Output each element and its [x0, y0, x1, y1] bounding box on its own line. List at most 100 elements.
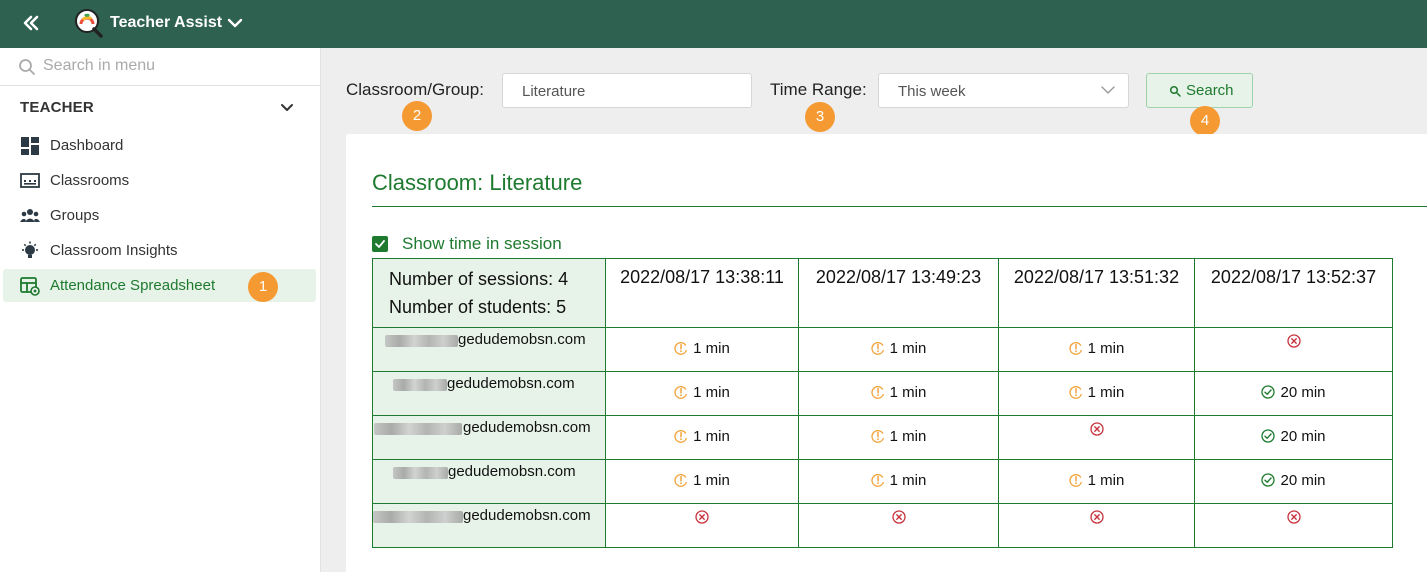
attendance-cell: 20 min	[1194, 459, 1393, 504]
attendance-table: Number of sessions: 4 Number of students…	[372, 258, 1393, 548]
attendance-status: 1 min	[674, 428, 730, 445]
attendance-cell	[605, 503, 799, 548]
chevron-down-icon[interactable]	[278, 98, 296, 116]
attendance-cell: 1 min	[605, 459, 799, 504]
student-email-domain: gedudemobsn.com	[463, 507, 591, 524]
attendance-status	[891, 510, 906, 524]
chevron-down-icon	[1101, 86, 1115, 94]
warning-clock-icon	[871, 386, 884, 400]
attendance-status: 20 min	[1261, 428, 1326, 445]
attendance-status	[1089, 510, 1104, 524]
student-email-domain: gedudemobsn.com	[463, 419, 591, 436]
student-email-cell: gedudemobsn.com	[372, 415, 606, 460]
attendance-cell: 1 min	[998, 327, 1195, 372]
title-divider	[372, 206, 1427, 207]
search-button[interactable]: Search	[1146, 73, 1253, 108]
table-row: gedudemobsn.com	[372, 503, 1393, 548]
student-email-cell: gedudemobsn.com	[372, 503, 606, 548]
top-bar: Teacher Assist	[0, 0, 1427, 48]
table-header-row: Number of sessions: 4 Number of students…	[372, 258, 1393, 328]
attendance-status	[695, 510, 709, 524]
attendance-status	[1286, 334, 1301, 348]
student-email-domain: gedudemobsn.com	[458, 331, 586, 348]
time-range-value: This week	[898, 83, 966, 100]
search-button-label: Search	[1186, 82, 1234, 99]
section-label: TEACHER	[20, 99, 94, 116]
step-marker: 3	[805, 102, 835, 132]
table-row: gedudemobsn.com 1 min 1 min 1 min 20 min	[372, 371, 1393, 416]
attendance-cell: 1 min	[605, 415, 799, 460]
app-title[interactable]: Teacher Assist	[110, 14, 222, 32]
attendance-cell: 1 min	[798, 371, 999, 416]
sidebar-item-classroom-insights[interactable]: Classroom Insights	[3, 234, 316, 267]
menu-search-input[interactable]: Search in menu	[43, 57, 155, 75]
sidebar-item-label: Dashboard	[50, 137, 124, 154]
sidebar: Search in menu TEACHER Dashboard Classro…	[0, 48, 321, 572]
dashboard-icon	[21, 137, 39, 155]
warning-clock-icon	[674, 386, 688, 400]
warning-clock-icon	[871, 474, 884, 488]
attendance-cell: 1 min	[998, 371, 1195, 416]
sessions-count: Number of sessions: 4	[389, 269, 569, 289]
student-email-cell: gedudemobsn.com	[372, 371, 606, 416]
show-time-label: Show time in session	[402, 234, 562, 253]
warning-clock-icon	[1069, 474, 1082, 488]
attendance-cell: 1 min	[605, 371, 799, 416]
attendance-status: 1 min	[674, 340, 730, 357]
time-range-select[interactable]: This week	[878, 73, 1129, 108]
attendance-status: 20 min	[1261, 384, 1326, 401]
session-header: 2022/08/17 13:38:11	[605, 258, 799, 328]
attendance-status: 1 min	[674, 472, 730, 489]
students-count: Number of students: 5	[389, 297, 567, 317]
session-header: 2022/08/17 13:52:37	[1194, 258, 1393, 328]
time-in-session: 1 min	[889, 427, 927, 445]
show-time-checkbox[interactable]	[372, 236, 388, 252]
warning-clock-icon	[1069, 342, 1082, 356]
session-header: 2022/08/17 13:51:32	[998, 258, 1195, 328]
attendance-cell: 20 min	[1194, 415, 1393, 460]
attendance-cell	[798, 503, 999, 548]
sidebar-item-groups[interactable]: Groups	[3, 199, 316, 232]
attendance-status: 1 min	[871, 427, 927, 445]
sidebar-item-label: Groups	[50, 207, 100, 224]
sidebar-item-label: Classroom Insights	[50, 242, 178, 259]
check-circle-icon	[1261, 429, 1276, 443]
redacted-username	[393, 379, 447, 391]
student-email-domain: gedudemobsn.com	[448, 463, 576, 480]
student-email-domain: gedudemobsn.com	[447, 375, 575, 392]
time-in-session: 1 min	[889, 471, 927, 489]
attendance-status: 1 min	[1069, 340, 1124, 357]
attendance-cell	[1194, 327, 1393, 372]
attendance-cell: 20 min	[1194, 371, 1393, 416]
warning-clock-icon	[871, 342, 884, 356]
sidebar-item-classrooms[interactable]: Classrooms	[3, 164, 316, 197]
step-marker: 4	[1190, 106, 1220, 136]
attendance-cell: 1 min	[998, 459, 1195, 504]
attendance-cell: 1 min	[798, 459, 999, 504]
menu-search[interactable]: Search in menu	[0, 48, 321, 86]
time-range-label: Time Range:	[770, 80, 867, 99]
sidebar-item-label: Attendance Spreadsheet	[50, 277, 216, 294]
time-in-session: 1 min	[1087, 471, 1125, 489]
collapse-sidebar-icon[interactable]	[18, 10, 44, 36]
search-icon	[19, 59, 35, 75]
attendance-status: 1 min	[871, 384, 926, 401]
table-row: gedudemobsn.com 1 min 1 min 1 min 20 min	[372, 459, 1393, 504]
time-in-session: 1 min	[693, 427, 730, 445]
spreadsheet-icon	[20, 277, 40, 296]
attendance-cell	[998, 503, 1195, 548]
table-row: gedudemobsn.com 1 min 1 min 1 min	[372, 327, 1393, 372]
time-in-session: 1 min	[693, 383, 730, 401]
check-circle-icon	[1261, 473, 1276, 487]
checkmark-icon	[375, 240, 385, 248]
search-icon	[1169, 85, 1181, 97]
redacted-username	[385, 335, 458, 347]
classroom-group-input[interactable]: Literature	[502, 73, 752, 108]
report-title: Classroom: Literature	[372, 170, 583, 195]
chevron-down-icon[interactable]	[226, 14, 244, 32]
sidebar-item-dashboard[interactable]: Dashboard	[3, 129, 316, 162]
section-teacher[interactable]: TEACHER	[0, 88, 321, 126]
student-email-cell: gedudemobsn.com	[372, 459, 606, 504]
absent-x-icon	[1286, 334, 1301, 348]
warning-clock-icon	[674, 474, 688, 488]
